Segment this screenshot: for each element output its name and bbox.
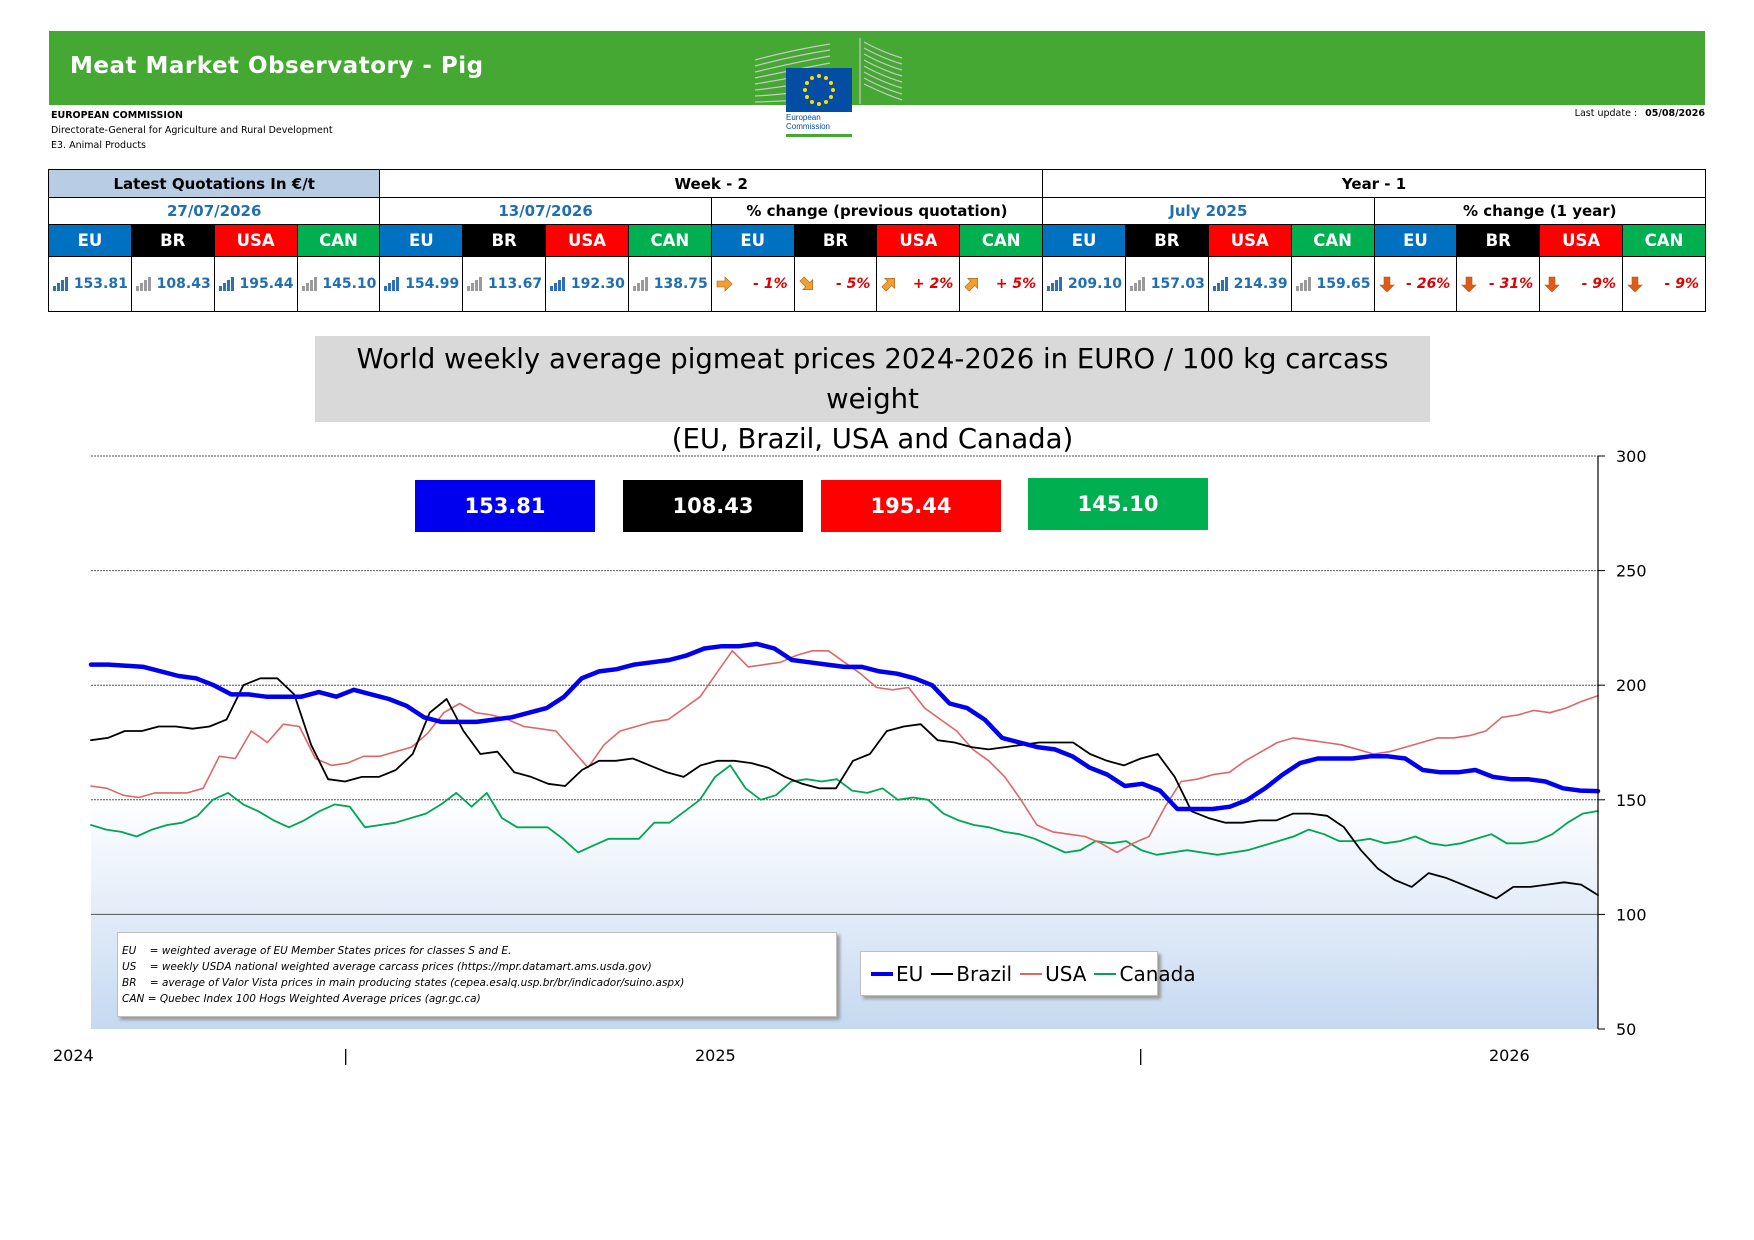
y-tick-label-250: 250 [1616, 562, 1647, 581]
latest-can-box: 145.10 [1028, 478, 1208, 530]
x-tick-label-1: | [343, 1046, 348, 1065]
x-tick-label-0: 2024 [53, 1046, 94, 1065]
x-tick-label-2: 2025 [695, 1046, 736, 1065]
latest-usa-box: 195.44 [821, 480, 1001, 532]
legend-brazil-label: Brazil [956, 961, 1013, 986]
x-tick-label-3: | [1138, 1046, 1143, 1065]
note-eu: EU = weighted average of EU Member State… [122, 945, 512, 957]
price-line-chart: 50 100 150 200 250 300 2024 | 2025 | 2026 [53, 447, 1647, 1065]
y-tick-label-100: 100 [1616, 905, 1647, 924]
legend-canada: Canada [1094, 961, 1196, 986]
legend-eu: EU [871, 962, 923, 986]
y-tick-label-200: 200 [1616, 676, 1647, 695]
x-tick-label-4: 2026 [1489, 1046, 1530, 1065]
y-tick-label-150: 150 [1616, 791, 1647, 810]
legend-brazil: Brazil [931, 962, 1012, 986]
legend-canada-label: Canada [1119, 961, 1196, 986]
definitions-note: EU = weighted average of EU Member State… [117, 932, 837, 1017]
y-tick-label-50: 50 [1616, 1020, 1636, 1039]
legend-usa: USA [1020, 962, 1086, 986]
latest-br-box: 108.43 [623, 480, 803, 532]
y-tick-label-300: 300 [1616, 447, 1647, 466]
note-us: US = weekly USDA national weighted avera… [122, 961, 652, 973]
chart-legend: EU Brazil USA Canada [860, 951, 1196, 996]
legend-usa-label: USA [1045, 961, 1087, 986]
note-can: CAN = Quebec Index 100 Hogs Weighted Ave… [122, 993, 481, 1005]
latest-eu-box: 153.81 [415, 480, 595, 532]
note-br: BR = average of Valor Vista prices in ma… [122, 977, 685, 989]
legend-eu-label: EU [896, 961, 924, 986]
